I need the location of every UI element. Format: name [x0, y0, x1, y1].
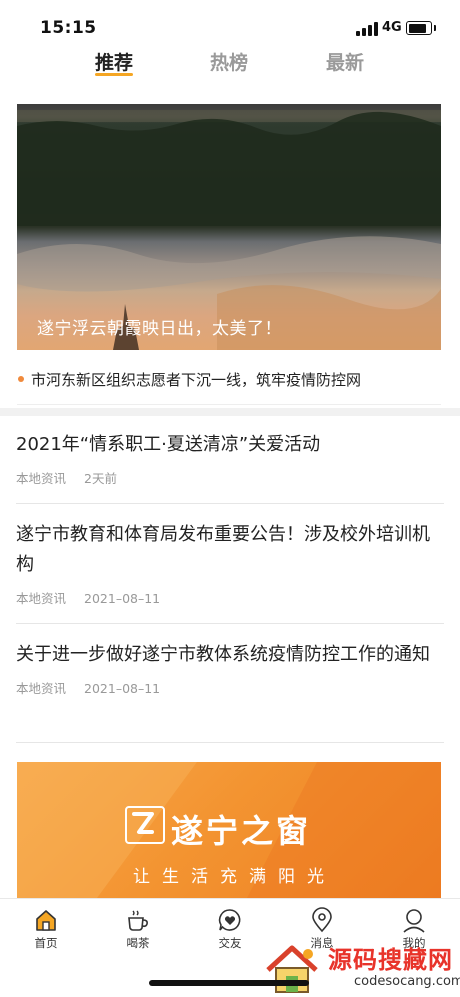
tab-recommend[interactable]: 推荐 — [95, 48, 133, 75]
active-tab-indicator — [95, 73, 133, 76]
signal-icon — [356, 22, 378, 36]
tabbar-label: 喝茶 — [126, 936, 150, 950]
tea-cup-icon — [128, 910, 148, 931]
news-time: 2021–08–11 — [84, 591, 161, 606]
home-indicator — [149, 980, 309, 986]
hero-banner[interactable]: 遂宁浮云朝霞映日出，太美了！ — [17, 104, 441, 350]
list-divider — [16, 503, 444, 504]
heart-chat-icon — [218, 909, 241, 931]
news-title: 2021年“情系职工·夏送清凉”关爱活动 — [16, 434, 321, 455]
tabbar-item-home[interactable]: 首页 — [16, 907, 76, 951]
tabbar-item-tea[interactable]: 喝茶 — [108, 907, 168, 951]
news-item[interactable]: 遂宁市教育和体育局发布重要公告！涉及校外培训机构 本地资讯 2021–08–11 — [16, 520, 444, 607]
user-icon — [403, 909, 425, 933]
tab-hot[interactable]: 热榜 — [210, 48, 248, 75]
bullet-dot-icon — [18, 376, 24, 382]
window-logo-icon — [125, 806, 165, 844]
headline-text: 市河东新区组织志愿者下沉一线，筑牢疫情防控网 — [31, 371, 362, 389]
battery-icon — [406, 21, 436, 35]
tabbar-item-friends[interactable]: 交友 — [200, 907, 260, 951]
news-time: 2天前 — [84, 471, 117, 486]
banner-slogan: 让生活充满阳光 — [133, 867, 336, 887]
headline-ticker[interactable]: 市河东新区组织志愿者下沉一线，筑牢疫情防控网 — [17, 352, 441, 405]
location-pin-icon — [312, 907, 332, 933]
banner-logo-text: 遂宁之窗 — [171, 812, 312, 850]
news-title: 关于进一步做好遂宁市教体系统疫情防控工作的通知 — [16, 644, 430, 665]
promo-banner[interactable]: 遂宁之窗 让生活充满阳光 — [17, 762, 441, 898]
news-item[interactable]: 2021年“情系职工·夏送清凉”关爱活动 本地资讯 2天前 — [16, 430, 444, 487]
watermark-house-icon — [266, 945, 318, 993]
news-source: 本地资讯 — [16, 681, 67, 696]
tabbar-label: 首页 — [34, 936, 58, 950]
hero-caption: 遂宁浮云朝霞映日出，太美了！ — [37, 319, 282, 339]
watermark: 源码搜藏网 codesocang.com — [262, 940, 460, 996]
network-type: 4G — [382, 20, 402, 35]
tabbar-label: 交友 — [218, 936, 242, 950]
news-meta: 本地资讯 2天前 — [16, 468, 444, 487]
news-meta: 本地资讯 2021–08–11 — [16, 678, 444, 697]
news-meta: 本地资讯 2021–08–11 — [16, 588, 444, 607]
list-divider — [16, 623, 444, 624]
section-separator — [0, 408, 460, 416]
list-divider — [16, 742, 444, 743]
watermark-url: codesocang.com — [354, 974, 460, 989]
news-time: 2021–08–11 — [84, 681, 161, 696]
watermark-text: 源码搜藏网 — [328, 946, 453, 974]
top-tab-bar: 推荐 热榜 最新 — [0, 44, 460, 80]
news-source: 本地资讯 — [16, 591, 67, 606]
news-source: 本地资讯 — [16, 471, 67, 486]
status-bar: 15:15 4G — [0, 0, 460, 44]
news-item[interactable]: 关于进一步做好遂宁市教体系统疫情防控工作的通知 本地资讯 2021–08–11 — [16, 640, 444, 697]
tab-latest[interactable]: 最新 — [326, 48, 364, 75]
status-time: 15:15 — [40, 18, 97, 38]
news-title: 遂宁市教育和体育局发布重要公告！涉及校外培训机构 — [16, 524, 430, 575]
home-icon — [36, 910, 56, 931]
